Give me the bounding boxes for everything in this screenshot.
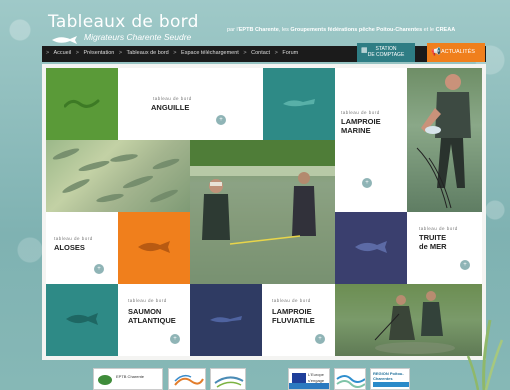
tile-name-anguille: ANGUILLE xyxy=(151,103,190,112)
river-scene-image xyxy=(190,140,335,284)
tile-name-lamproie-fluv-2: FLUVIATILE xyxy=(272,316,315,325)
person-figure xyxy=(416,74,471,209)
nav-separator: > xyxy=(118,50,123,56)
plus-icon[interactable]: + xyxy=(94,264,104,274)
tile-label: tableau de bord xyxy=(54,236,93,241)
tile-name-truite-2: de MER xyxy=(419,242,447,251)
tile-name-lamproie-marine-1: LAMPROIE xyxy=(341,117,381,126)
plus-icon[interactable]: + xyxy=(315,334,325,344)
nav-item-accueil[interactable]: Accueil xyxy=(53,50,71,56)
dashboard-grid: tableau de bord ANGUILLE + tableau de bo… xyxy=(42,64,486,360)
actualites-label: ACTUALITÉS xyxy=(441,49,475,55)
tile-teal-lamprey-icon[interactable] xyxy=(263,68,335,140)
partners-prefix: par l' xyxy=(227,27,239,33)
fish-logo-icon xyxy=(52,36,77,44)
logo-europe-label-1: L'Europe xyxy=(308,372,324,377)
partner-eptb: EPTB Charente xyxy=(238,27,279,33)
nav-item-telechargement[interactable]: Espace téléchargement xyxy=(181,50,239,56)
region-logo-icon xyxy=(373,382,409,387)
logo-eau[interactable] xyxy=(334,368,366,390)
photo-field-sampling xyxy=(407,68,482,212)
nav-separator: > xyxy=(243,50,247,56)
tile-teal-salmon-icon[interactable] xyxy=(46,284,118,356)
partners-and: et le xyxy=(423,27,435,33)
counter-icon: ▦ xyxy=(361,47,368,54)
nav-item-contact[interactable]: Contact xyxy=(251,50,270,56)
station-comptage-button[interactable]: ▦ STATION DE COMPTAGE xyxy=(357,43,415,62)
logo-federation-peche[interactable] xyxy=(168,368,206,390)
site-header: Tableaux de bord Migrateurs Charente Seu… xyxy=(42,12,486,48)
tile-navy-trout-icon[interactable] xyxy=(335,212,407,284)
fish-school-image xyxy=(52,148,180,203)
tile-aloses[interactable]: tableau de bord ALOSES + xyxy=(46,212,118,284)
tile-label: tableau de bord xyxy=(419,226,458,231)
tile-name-saumon-2: ATLANTIQUE xyxy=(128,316,176,325)
actualites-button[interactable]: 📢 ACTUALITÉS xyxy=(427,43,485,62)
megaphone-icon: 📢 xyxy=(431,47,441,56)
tile-saumon-atlantique[interactable]: tableau de bord SAUMON ATLANTIQUE + xyxy=(118,284,190,356)
tile-green-eel-icon[interactable] xyxy=(46,68,118,140)
nav-separator: > xyxy=(75,50,79,56)
nav-item-tableaux[interactable]: Tableaux de bord xyxy=(127,50,169,56)
trout-icon xyxy=(355,241,387,253)
water-logo-icon xyxy=(336,375,365,388)
partner-creaa: CREAA xyxy=(435,27,456,33)
salmon-icon xyxy=(66,313,98,325)
tile-label: tableau de bord xyxy=(272,298,311,303)
site-title[interactable]: Tableaux de bord xyxy=(48,12,199,32)
europe-flag-icon xyxy=(292,373,306,383)
tile-orange-shad-icon[interactable] xyxy=(118,212,190,284)
logo-eptb-charente[interactable]: EPTB Charente xyxy=(93,368,163,390)
tile-label: tableau de bord xyxy=(153,96,192,101)
photo-electrofishing xyxy=(335,284,482,356)
nav-separator: > xyxy=(173,50,177,56)
electrofishing-image xyxy=(374,291,455,354)
logo-eptb-label: EPTB Charente xyxy=(116,374,145,379)
nav-separator: > xyxy=(46,50,50,56)
tile-lamproie-marine[interactable]: tableau de bord LAMPROIE MARINE + xyxy=(335,68,407,212)
logo-region-poitou-charentes[interactable]: REGION Poitou-Charentes xyxy=(370,368,410,390)
logo-europe[interactable]: L'Europe s'engage xyxy=(288,368,330,390)
site-subtitle: Migrateurs Charente Seudre xyxy=(84,32,192,42)
tile-lamproie-fluviatile[interactable]: tableau de bord LAMPROIE FLUVIATILE + xyxy=(262,284,335,356)
lamprey-icon xyxy=(283,99,315,107)
creaa-logo-icon xyxy=(214,376,244,388)
tile-name-lamproie-marine-2: MARINE xyxy=(341,126,371,135)
logo-region-label: REGION Poitou-Charentes xyxy=(373,371,404,381)
plus-icon[interactable]: + xyxy=(216,115,226,125)
europe-band xyxy=(289,383,329,389)
tile-label: tableau de bord xyxy=(128,298,167,303)
tile-deepblue-lamprey-icon[interactable] xyxy=(190,284,262,356)
tile-truite-de-mer[interactable]: tableau de bord TRUITE de MER + xyxy=(407,212,482,284)
partners-mid: , les xyxy=(278,27,289,33)
plus-icon[interactable]: + xyxy=(170,334,180,344)
tile-anguille[interactable]: tableau de bord ANGUILLE + xyxy=(118,68,263,140)
photo-fish-school xyxy=(46,140,190,212)
shad-icon xyxy=(138,241,170,253)
eptb-logo-icon xyxy=(98,375,112,385)
main-nav: > Accueil > Présentation > Tableaux de b… xyxy=(46,50,301,56)
tile-name-aloses: ALOSES xyxy=(54,243,85,252)
tile-name-lamproie-fluv-1: LAMPROIE xyxy=(272,307,312,316)
plus-icon[interactable]: + xyxy=(362,178,372,188)
eel-icon xyxy=(64,99,100,108)
nav-bar: > Accueil > Présentation > Tableaux de b… xyxy=(42,46,486,62)
nav-item-presentation[interactable]: Présentation xyxy=(83,50,114,56)
plus-icon[interactable]: + xyxy=(460,260,470,270)
tile-name-truite-1: TRUITE xyxy=(419,233,447,242)
photo-river-measuring xyxy=(190,140,335,284)
tile-name-saumon-1: SAUMON xyxy=(128,307,162,316)
partners-line: par l'EPTB Charente, les Groupements féd… xyxy=(227,27,455,33)
reed-decoration-icon xyxy=(466,319,504,390)
logo-creaa[interactable] xyxy=(210,368,246,390)
tile-label: tableau de bord xyxy=(341,110,380,115)
nav-separator: > xyxy=(274,50,278,56)
nav-item-forum[interactable]: Forum xyxy=(282,50,298,56)
river-lamprey-icon xyxy=(210,316,242,323)
partner-groupements: Groupements fédérations pêche Poitou-Cha… xyxy=(290,27,423,33)
federation-logo-icon xyxy=(174,374,204,386)
